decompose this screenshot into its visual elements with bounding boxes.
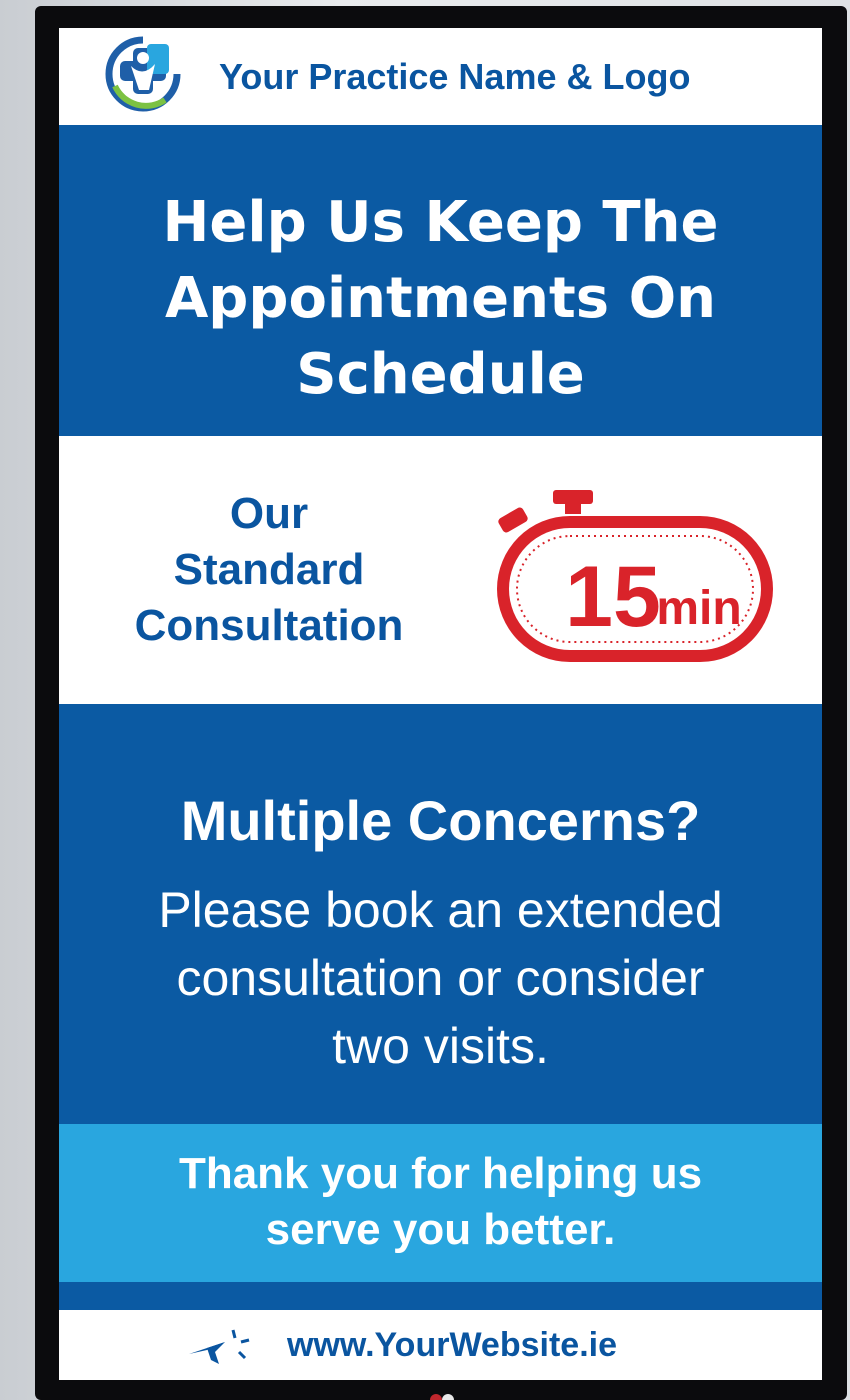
divider-band <box>59 1282 822 1310</box>
practice-name: Your Practice Name & Logo <box>219 56 691 97</box>
multiple-concerns-title: Multiple Concerns? <box>180 789 701 852</box>
timer-unit: min <box>656 582 741 635</box>
body-line: two visits. <box>332 1018 549 1074</box>
thanks-line: serve you better. <box>265 1205 616 1254</box>
headline-line: Schedule <box>296 342 585 407</box>
logo-bar: Your Practice Name & Logo <box>59 28 822 125</box>
poster-screen: Your Practice Name & Logo Help Us Keep T… <box>59 28 822 1380</box>
headline-line: Help Us Keep The <box>162 190 719 255</box>
thank-you-message: Thank you for helping us serve you bette… <box>59 1146 822 1258</box>
standard-consultation-label: Our Standard Consultation <box>89 486 449 654</box>
medical-cross-person-icon <box>105 36 181 112</box>
body-line: Please book an extended <box>158 882 723 938</box>
multiple-concerns-body: Please book an extended consultation or … <box>59 876 822 1080</box>
standard-line: Consultation <box>134 601 404 650</box>
standard-line: Our <box>229 489 309 538</box>
headline-band: Help Us Keep The Appointments On Schedul… <box>59 125 822 436</box>
stopwatch-icon: 15 min <box>497 490 773 662</box>
headline-line: Appointments On <box>164 266 717 331</box>
body-line: consultation or consider <box>176 950 705 1006</box>
thanks-line: Thank you for helping us <box>178 1149 703 1198</box>
standard-consultation-band: Our Standard Consultation 15 min <box>59 436 822 704</box>
stand-marker-icon <box>430 1394 454 1400</box>
headline: Help Us Keep The Appointments On Schedul… <box>59 185 822 413</box>
timer-number: 15 <box>565 549 661 645</box>
thank-you-band: Thank you for helping us serve you bette… <box>59 1124 822 1282</box>
footer: www.YourWebsite.ie <box>59 1310 822 1380</box>
multiple-concerns-band: Multiple Concerns? Please book an extend… <box>59 704 822 1124</box>
cursor-click-icon <box>189 1329 250 1364</box>
website-link[interactable]: www.YourWebsite.ie <box>287 1326 617 1365</box>
standard-line: Standard <box>173 545 365 594</box>
